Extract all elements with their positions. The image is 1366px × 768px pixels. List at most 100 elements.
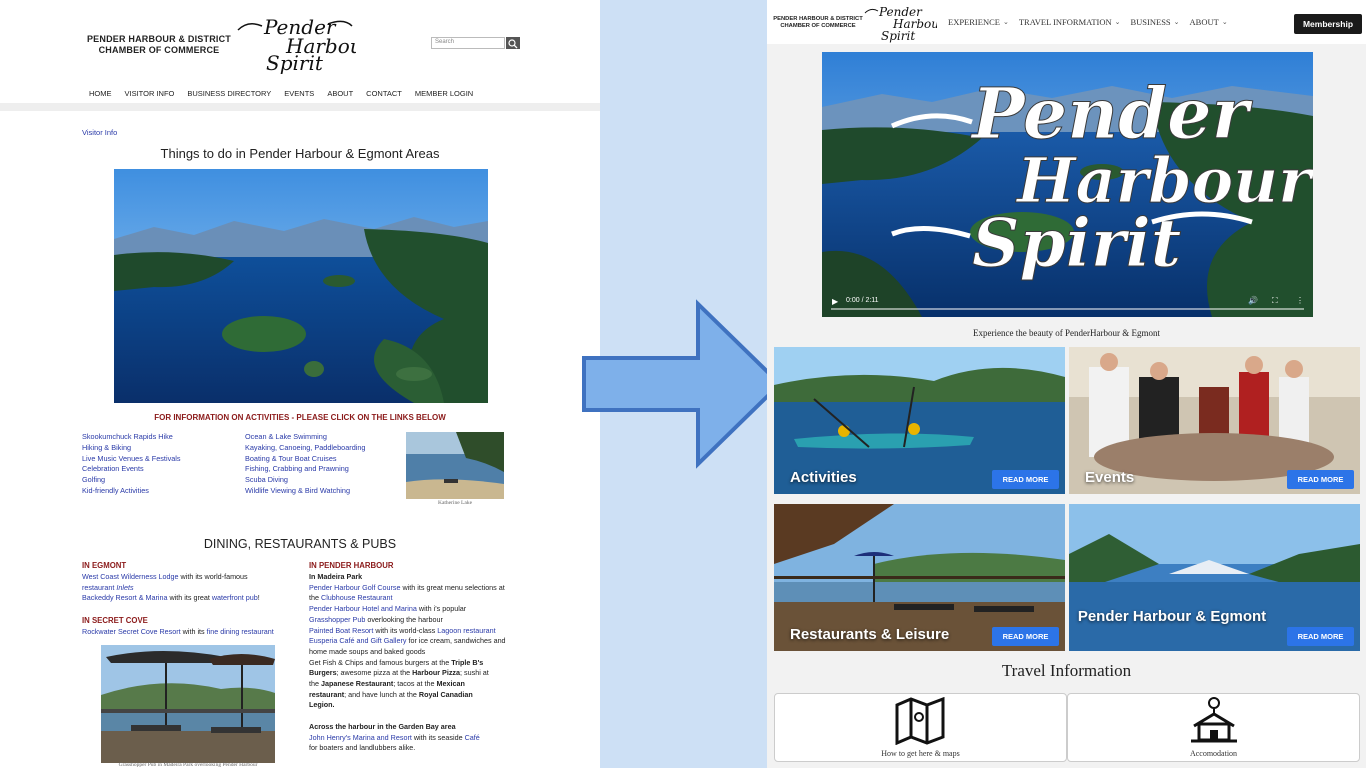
membership-button[interactable]: Membership bbox=[1294, 14, 1362, 34]
old-activity-link[interactable]: Skookumchuck Rapids Hike bbox=[82, 432, 181, 443]
old-activities-list-2: Ocean & Lake Swimming Kayaking, Canoeing… bbox=[245, 432, 366, 497]
old-lake-photo bbox=[406, 432, 504, 499]
travel-card-accommodation-label: Accomodation bbox=[1189, 749, 1238, 758]
old-activity-link[interactable]: Wildlife Viewing & Bird Watching bbox=[245, 486, 366, 497]
old-pender-heading: IN PENDER HARBOUR bbox=[309, 561, 394, 570]
menu-about[interactable]: ABOUT ⌄ bbox=[1190, 17, 1228, 27]
john-henrys-link[interactable]: John Henry's Marina and Resort bbox=[309, 733, 412, 742]
volume-icon[interactable]: 🔊 bbox=[1248, 296, 1258, 305]
restaurants-card-label: Restaurants & Leisure bbox=[790, 626, 950, 643]
old-activities-heading: FOR INFORMATION ON ACTIVITIES - PLEASE C… bbox=[154, 413, 446, 422]
clubhouse-link[interactable]: Clubhouse Restaurant bbox=[321, 593, 393, 602]
pender-hotel-link[interactable]: Pender Harbour Hotel and Marina bbox=[309, 604, 417, 613]
video-time: 0:00 / 2:11 bbox=[846, 297, 879, 304]
old-secret-cove-text: Rockwater Secret Cove Resort with its fi… bbox=[82, 627, 274, 636]
old-chamber-name: PENDER HARBOUR & DISTRICT CHAMBER OF COM… bbox=[86, 34, 231, 55]
fullscreen-icon[interactable]: ⛶ bbox=[1272, 296, 1278, 306]
restaurants-read-more-button[interactable]: READ MORE bbox=[992, 627, 1059, 646]
menu-experience[interactable]: EXPERIENCE ⌄ bbox=[948, 17, 1009, 27]
travel-card-maps[interactable]: How to get here & maps bbox=[774, 693, 1067, 762]
old-hero-harbour-photo bbox=[114, 169, 488, 403]
old-nav-visitor-info[interactable]: VISITOR INFO bbox=[125, 89, 175, 98]
eusperia-cafe-link[interactable]: Eusperia Café and Gift Gallery bbox=[309, 636, 406, 645]
old-activity-link[interactable]: Live Music Venues & Festivals bbox=[82, 454, 181, 465]
old-activity-link[interactable]: Golfing bbox=[82, 475, 181, 486]
video-poster: Pender Harbour Spirit bbox=[822, 52, 1313, 317]
old-pender-text: In Madeira Park Pender Harbour Golf Cour… bbox=[309, 572, 506, 753]
new-chamber-name: PENDER HARBOUR & DISTRICT CHAMBER OF COM… bbox=[773, 16, 863, 29]
old-activity-link[interactable]: Fishing, Crabbing and Prawning bbox=[245, 464, 366, 475]
travel-card-accommodation[interactable]: Accomodation bbox=[1067, 693, 1360, 762]
painted-boat-link[interactable]: Painted Boat Resort bbox=[309, 626, 373, 635]
west-coast-wilderness-link[interactable]: West Coast Wilderness Lodge bbox=[82, 572, 179, 581]
travel-card-maps-label: How to get here & maps bbox=[881, 749, 960, 758]
fine-dining-link[interactable]: fine dining restaurant bbox=[207, 627, 274, 636]
more-options-icon[interactable]: ⋮ bbox=[1296, 296, 1304, 305]
house-location-icon bbox=[1191, 697, 1237, 743]
old-activity-link[interactable]: Scuba Diving bbox=[245, 475, 366, 486]
activities-card-label: Activities bbox=[790, 469, 857, 486]
old-activity-link[interactable]: Celebration Events bbox=[82, 464, 181, 475]
restaurants-card[interactable]: Restaurants & Leisure READ MORE bbox=[774, 504, 1065, 651]
old-website: PENDER HARBOUR & DISTRICT CHAMBER OF COM… bbox=[0, 0, 600, 768]
events-read-more-button[interactable]: READ MORE bbox=[1287, 470, 1354, 489]
old-search-input[interactable]: Search bbox=[431, 37, 505, 49]
rockwater-link[interactable]: Rockwater Secret Cove Resort bbox=[82, 627, 181, 636]
old-activity-link[interactable]: Boating & Tour Boat Cruises bbox=[245, 454, 366, 465]
events-card-label: Events bbox=[1085, 469, 1135, 486]
video-progress-bar[interactable] bbox=[831, 308, 1304, 310]
waterfront-pub-link[interactable]: waterfront pub bbox=[212, 593, 258, 602]
grasshopper-pub-link[interactable]: Grasshopper Pub bbox=[309, 615, 365, 624]
old-breadcrumb[interactable]: Visitor Info bbox=[82, 128, 117, 137]
old-nav-home[interactable]: HOME bbox=[89, 89, 112, 98]
events-card[interactable]: Events READ MORE bbox=[1069, 347, 1360, 494]
chevron-down-icon: ⌄ bbox=[1173, 18, 1180, 26]
hero-video-player[interactable]: Pender Harbour Spirit ▶ 0:00 / 2:11 🔊 ⛶ … bbox=[822, 52, 1313, 317]
old-pub-photo bbox=[101, 645, 275, 763]
old-activity-link[interactable]: Kayaking, Canoeing, Paddleboarding bbox=[245, 443, 366, 454]
old-page-title: Things to do in Pender Harbour & Egmont … bbox=[160, 146, 440, 161]
activities-read-more-button[interactable]: READ MORE bbox=[992, 470, 1059, 489]
old-activity-link[interactable]: Hiking & Biking bbox=[82, 443, 181, 454]
old-nav-events[interactable]: EVENTS bbox=[284, 89, 314, 98]
menu-business[interactable]: BUSINESS ⌄ bbox=[1131, 17, 1180, 27]
backeddy-link[interactable]: Backeddy Resort & Marina bbox=[82, 593, 168, 602]
travel-information-heading: Travel Information bbox=[1001, 661, 1132, 680]
old-nav-contact[interactable]: CONTACT bbox=[366, 89, 402, 98]
old-header-divider bbox=[0, 103, 600, 111]
old-activity-link[interactable]: Kid-friendly Activities bbox=[82, 486, 181, 497]
old-lake-caption: Katherine Lake bbox=[437, 500, 473, 506]
new-website: PENDER HARBOUR & DISTRICT CHAMBER OF COM… bbox=[767, 0, 1366, 768]
right-arrow-icon bbox=[582, 299, 783, 469]
new-main-menu: EXPERIENCE ⌄ TRAVEL INFORMATION ⌄ BUSINESS… bbox=[948, 17, 1228, 27]
pender-egmont-read-more-button[interactable]: READ MORE bbox=[1287, 627, 1354, 646]
old-activity-link[interactable]: Ocean & Lake Swimming bbox=[245, 432, 366, 443]
old-nav-about[interactable]: ABOUT bbox=[327, 89, 353, 98]
new-spirit-logo[interactable]: Pender Harbour Spirit bbox=[863, 3, 937, 43]
restaurant-link[interactable]: restaurant bbox=[82, 583, 114, 592]
map-icon bbox=[895, 697, 945, 745]
chevron-down-icon: ⌄ bbox=[1002, 18, 1009, 26]
golf-course-link[interactable]: Pender Harbour Golf Course bbox=[309, 583, 401, 592]
play-icon[interactable]: ▶ bbox=[832, 297, 838, 306]
cafe-link[interactable]: Café bbox=[465, 733, 480, 742]
old-header: PENDER HARBOUR & DISTRICT CHAMBER OF COM… bbox=[0, 0, 600, 103]
old-nav-member-login[interactable]: MEMBER LOGIN bbox=[415, 89, 473, 98]
old-search-button[interactable] bbox=[506, 37, 520, 49]
inlets-link[interactable]: Inlets bbox=[116, 583, 133, 592]
menu-travel-information[interactable]: TRAVEL INFORMATION ⌄ bbox=[1019, 17, 1121, 27]
old-nav-business-directory[interactable]: BUSINESS DIRECTORY bbox=[187, 89, 271, 98]
old-egmont-heading: IN EGMONT bbox=[82, 561, 127, 570]
chevron-down-icon: ⌄ bbox=[1221, 18, 1228, 26]
video-controls: ▶ 0:00 / 2:11 🔊 ⛶ ⋮ bbox=[822, 289, 1313, 317]
old-egmont-text: West Coast Wilderness Lodge with its wor… bbox=[82, 572, 260, 603]
old-main-nav: HOME VISITOR INFO BUSINESS DIRECTORY EVE… bbox=[89, 89, 473, 98]
svg-text:Spirit: Spirit bbox=[881, 29, 915, 43]
lagoon-restaurant-link[interactable]: Lagoon restaurant bbox=[437, 626, 495, 635]
svg-text:Spirit: Spirit bbox=[266, 51, 324, 74]
new-navbar: PENDER HARBOUR & DISTRICT CHAMBER OF COM… bbox=[767, 0, 1366, 44]
old-dining-title: DINING, RESTAURANTS & PUBS bbox=[203, 537, 397, 551]
activities-card[interactable]: Activities READ MORE bbox=[774, 347, 1065, 494]
pender-egmont-card[interactable]: Pender Harbour & Egmont READ MORE bbox=[1069, 504, 1360, 651]
search-icon bbox=[508, 39, 518, 49]
